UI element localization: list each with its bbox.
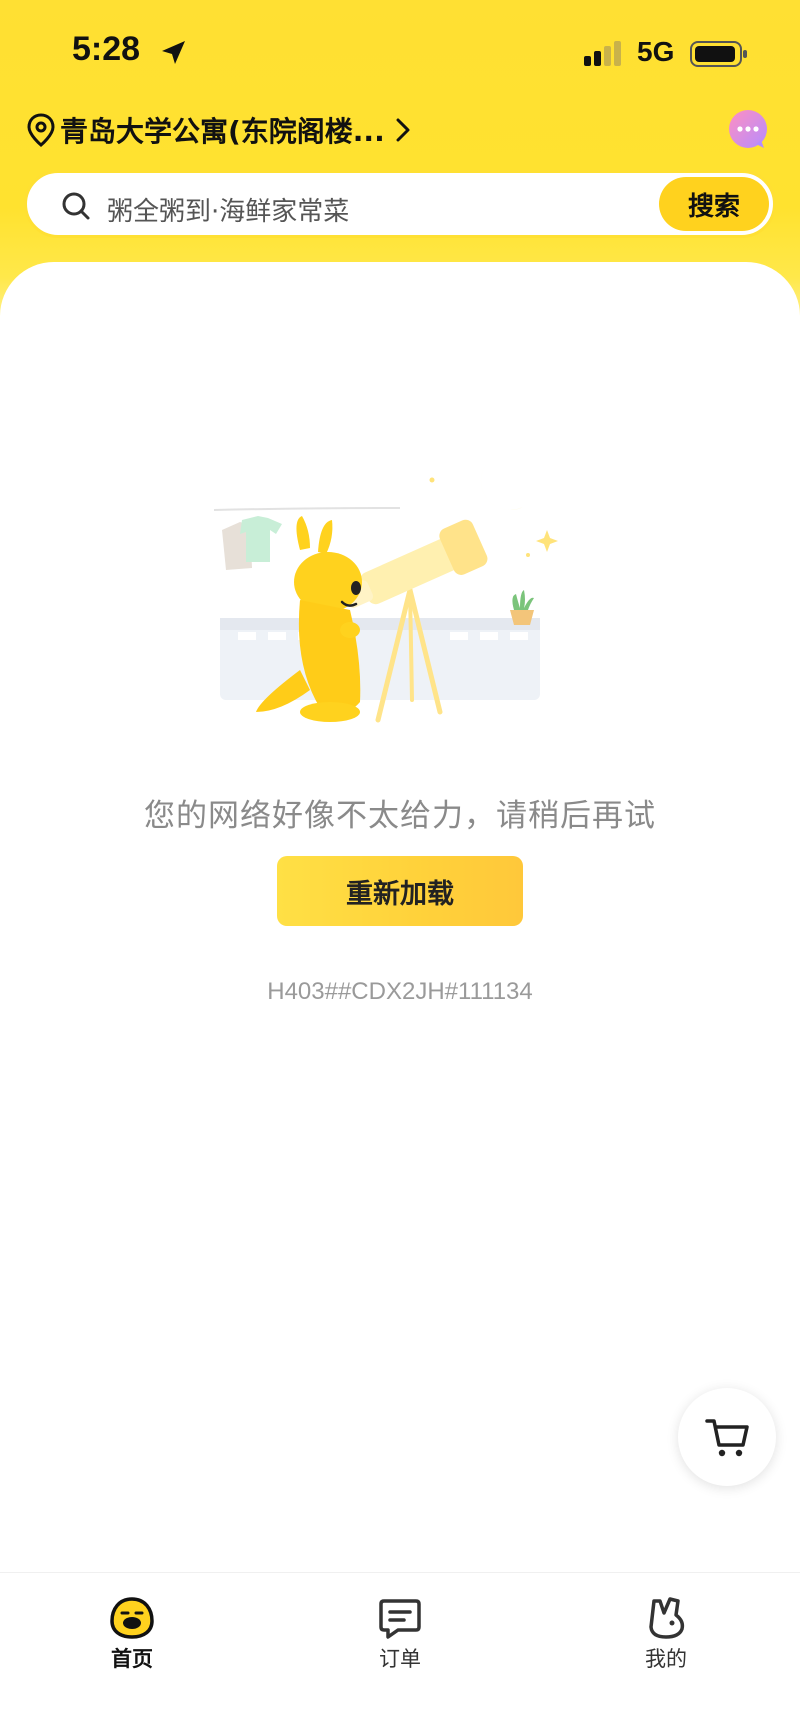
tab-home[interactable]: 首页: [72, 1595, 192, 1685]
error-message: 您的网络好像不太给力，请稍后再试: [144, 798, 656, 834]
app-screen: 5:28 5G 青岛大学公寓(东院阁楼... 粥全粥到·海鲜家常菜 搜索 您的网…: [0, 0, 800, 1732]
tab-profile-label: 我的: [645, 1647, 687, 1671]
battery-icon: [690, 41, 747, 67]
tab-home-label: 首页: [111, 1647, 153, 1671]
chevron-right-icon: [396, 118, 410, 142]
status-time: 5:28: [72, 30, 141, 68]
network-error-illustration: [213, 460, 558, 723]
error-code: H403##CDX2JH#111134: [267, 978, 533, 1005]
profile-icon: [649, 1597, 685, 1639]
tab-profile[interactable]: 我的: [606, 1595, 726, 1685]
tab-orders-label: 订单: [379, 1647, 421, 1671]
cart-button[interactable]: [678, 1388, 776, 1486]
order-icon: [379, 1599, 421, 1639]
home-duck-icon: [110, 1597, 154, 1639]
tab-orders[interactable]: 订单: [340, 1595, 460, 1685]
reload-button[interactable]: 重新加载: [277, 856, 523, 926]
network-label: 5G: [637, 36, 675, 67]
delivery-address[interactable]: 青岛大学公寓(东院阁楼...: [26, 110, 413, 150]
address-text: 青岛大学公寓(东院阁楼...: [60, 115, 385, 148]
status-bar: 5:28 5G: [0, 0, 800, 100]
bottom-tab-bar: 首页 订单 我的: [0, 1572, 800, 1732]
message-icon[interactable]: [726, 108, 770, 152]
search-placeholder[interactable]: 粥全粥到·海鲜家常菜: [107, 191, 349, 228]
search-icon: [62, 192, 90, 220]
signal-icon: [584, 41, 621, 66]
cart-icon: [705, 1419, 749, 1457]
location-arrow-icon: [162, 41, 185, 64]
location-pin-icon: [27, 113, 55, 147]
search-bar[interactable]: 粥全粥到·海鲜家常菜 搜索: [24, 170, 776, 238]
search-button[interactable]: 搜索: [659, 177, 769, 231]
